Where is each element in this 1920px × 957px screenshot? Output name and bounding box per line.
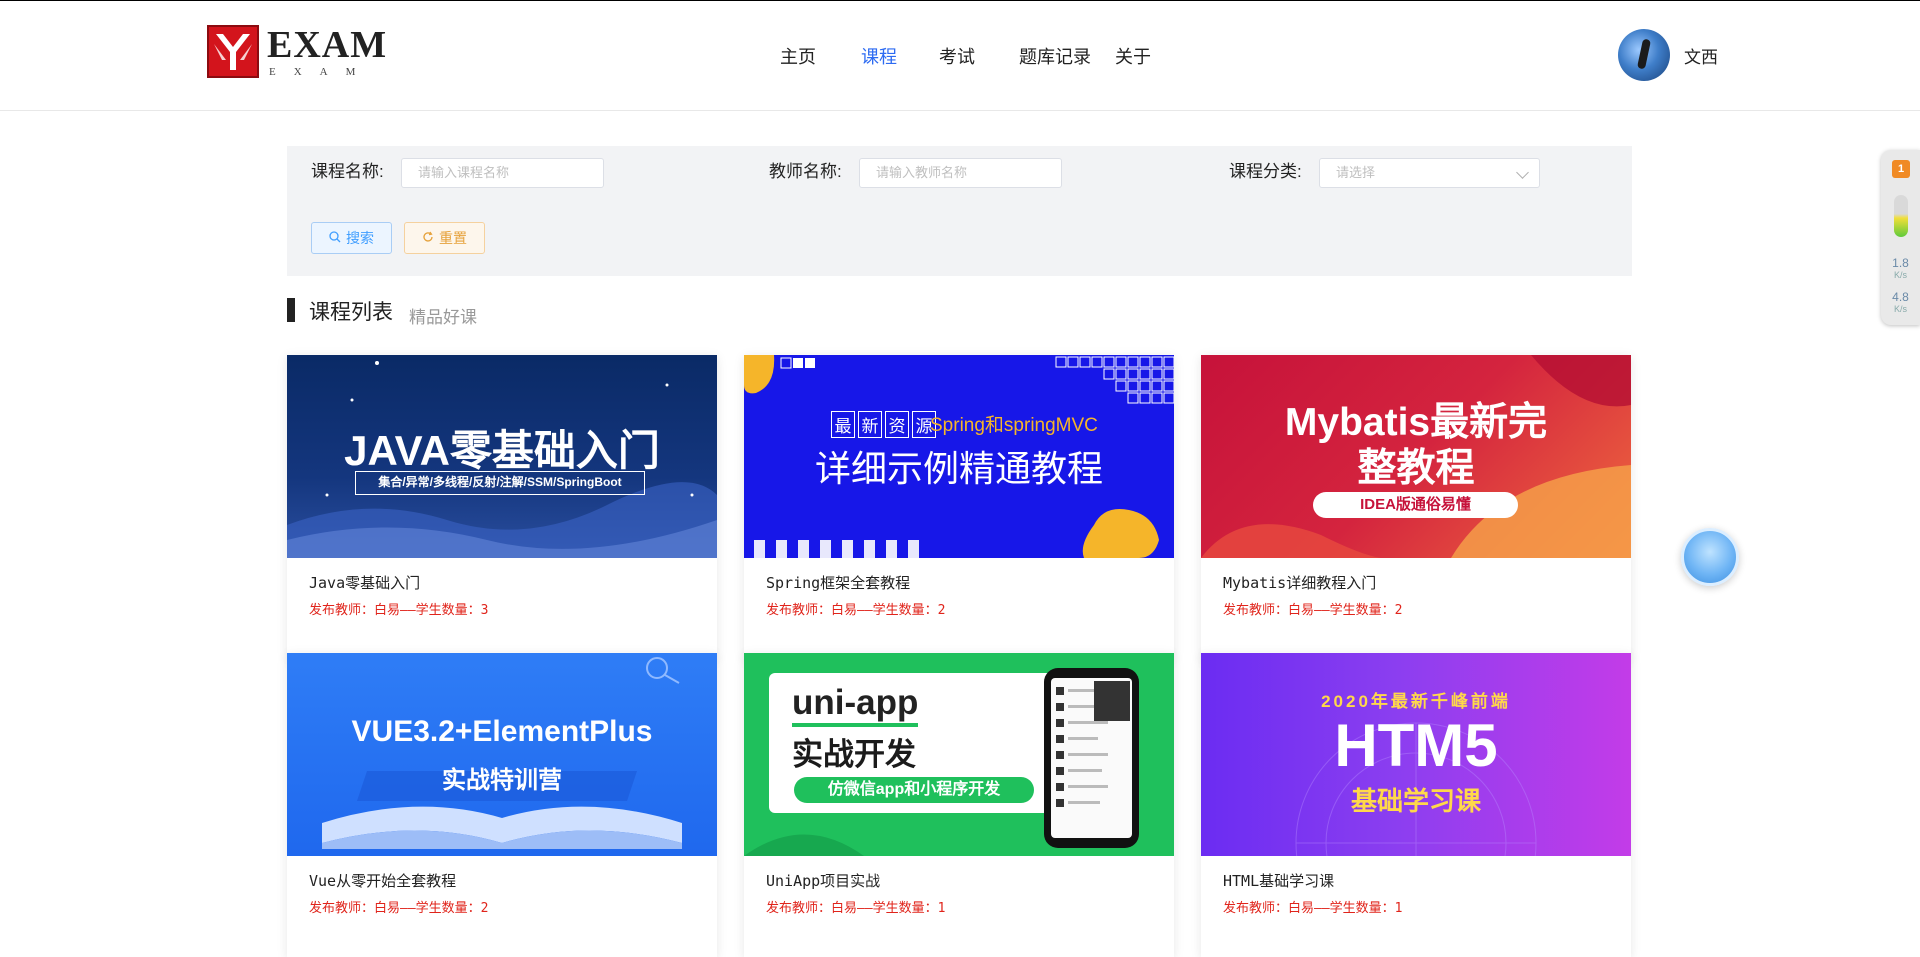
nav-item-home[interactable]: 主页 — [780, 42, 816, 72]
floating-assistant-button[interactable] — [1681, 528, 1739, 586]
course-category-select[interactable]: 请选择 — [1319, 158, 1540, 188]
cover-subtitle: 实战特训营 — [442, 767, 562, 794]
section-title-bar — [287, 298, 295, 322]
top-header: EXAM EXAM 主页 课程 考试 题库记录 关于 文西 — [0, 1, 1920, 111]
nav-item-about[interactable]: 关于 — [1115, 42, 1151, 72]
course-title[interactable]: Java零基础入门 — [309, 572, 695, 594]
course-cover-image[interactable]: Mybatis最新完 整教程 IDEA版通俗易懂 — [1201, 355, 1631, 558]
cover-tag: 最 — [831, 411, 855, 438]
cover-subtitle: 仿微信app和小程序开发 — [794, 777, 1034, 803]
course-title[interactable]: UniApp项目实战 — [766, 870, 1152, 892]
course-cover-image[interactable]: JAVA零基础入门 集合/异常/多线程/反射/注解/SSM/SpringBoot — [287, 355, 717, 558]
cover-subtitle: 基础学习课 — [1350, 786, 1481, 816]
course-cover-image[interactable]: 2020年最新千峰前端 HTM5 基础学习课 — [1201, 653, 1631, 856]
logo-text: EXAM — [267, 24, 388, 66]
user-menu[interactable]: 文西 — [1618, 29, 1718, 81]
teacher-name-label: 教师名称: — [769, 162, 842, 181]
nav-item-courses[interactable]: 课程 — [861, 42, 897, 72]
course-meta: 发布教师：白易——学生数量：1 — [766, 901, 946, 916]
search-icon — [329, 230, 341, 246]
chevron-down-icon — [1516, 166, 1529, 179]
cover-tag-group: 最 新 资 源 — [831, 411, 936, 438]
course-title[interactable]: Spring框架全套教程 — [766, 572, 1152, 594]
cover-top-text: 2020年最新千峰前端 — [1321, 692, 1511, 711]
search-button-label: 搜索 — [346, 230, 374, 246]
course-card-vue[interactable]: VUE3.2+ElementPlus 实战特训营 Vue从零开始全套教程 发布教… — [287, 653, 717, 957]
cover-decoration — [322, 657, 682, 849]
cover-title: VUE3.2+ElementPlus — [351, 715, 653, 748]
download-speed-value: 4.8 — [1892, 290, 1909, 304]
username[interactable]: 文西 — [1684, 43, 1718, 68]
cover-top-text: Spring和springMVC — [930, 415, 1098, 436]
nav-item-question-records[interactable]: 题库记录 — [1019, 42, 1091, 72]
upload-speed-value: 1.8 — [1892, 256, 1909, 270]
cover-title-line1: uni-app — [792, 683, 919, 727]
upload-speed-unit: K/s — [1893, 270, 1907, 280]
cover-tag: 新 — [858, 411, 882, 438]
course-cover-image[interactable]: VUE3.2+ElementPlus 实战特训营 — [287, 653, 717, 856]
cover-title: HTM5 — [1334, 712, 1498, 779]
cover-title: JAVA零基础入门 — [344, 427, 660, 474]
cover-subtitle: 集合/异常/多线程/反射/注解/SSM/SpringBoot — [355, 471, 645, 495]
network-speed-widget[interactable]: 1 1.8 K/s 4.8 K/s — [1881, 150, 1920, 325]
category-select-placeholder: 请选择 — [1336, 165, 1376, 180]
course-meta: 发布教师：白易——学生数量：3 — [309, 603, 489, 618]
search-panel: 课程名称: 请输入课程名称 教师名称: 请输入教师名称 课程分类: 请选择 搜索… — [287, 146, 1632, 276]
course-name-label: 课程名称: — [311, 162, 384, 181]
course-card-html[interactable]: 2020年最新千峰前端 HTM5 基础学习课 HTML基础学习课 发布教师：白易… — [1201, 653, 1631, 957]
nav-item-exams[interactable]: 考试 — [939, 42, 975, 72]
site-logo[interactable]: EXAM EXAM — [207, 25, 386, 81]
upload-speed: 1.8 K/s — [1881, 257, 1920, 281]
course-meta: 发布教师：白易——学生数量：2 — [766, 603, 946, 618]
cover-title-line2: 实战开发 — [792, 737, 916, 772]
download-speed: 4.8 K/s — [1881, 291, 1920, 315]
shield-badge-icon: 1 — [1892, 160, 1910, 178]
cover-tag: 资 — [885, 411, 909, 438]
course-card-uniapp[interactable]: uni-app 实战开发 仿微信app和小程序开发 UniApp项目实战 发布教… — [744, 653, 1174, 957]
cover-subtitle: IDEA版通俗易懂 — [1313, 492, 1518, 518]
memory-gauge-icon — [1894, 195, 1908, 237]
course-cover-image[interactable]: 最 新 资 源 Spring和springMVC 详细示例精通教程 — [744, 355, 1174, 558]
course-category-label: 课程分类: — [1229, 162, 1302, 181]
course-title[interactable]: Vue从零开始全套教程 — [309, 870, 695, 892]
course-card-java[interactable]: JAVA零基础入门 集合/异常/多线程/反射/注解/SSM/SpringBoot… — [287, 355, 717, 659]
section-subtitle: 精品好课 — [409, 308, 477, 327]
cover-title-line2: 整教程 — [1357, 447, 1475, 490]
main-nav: 主页 课程 考试 题库记录 关于 — [780, 42, 1151, 72]
avatar[interactable] — [1618, 29, 1670, 81]
download-speed-unit: K/s — [1893, 304, 1907, 314]
course-card-spring[interactable]: 最 新 资 源 Spring和springMVC 详细示例精通教程 Spring… — [744, 355, 1174, 659]
course-meta: 发布教师：白易——学生数量：2 — [309, 901, 489, 916]
course-meta: 发布教师：白易——学生数量：1 — [1223, 901, 1403, 916]
refresh-icon — [422, 231, 434, 246]
course-name-input[interactable]: 请输入课程名称 — [401, 158, 604, 188]
search-button[interactable]: 搜索 — [311, 222, 392, 254]
section-title: 课程列表 — [309, 301, 393, 324]
course-cover-image[interactable]: uni-app 实战开发 仿微信app和小程序开发 — [744, 653, 1174, 856]
logo-subtext: EXAM — [269, 66, 374, 78]
course-card-mybatis[interactable]: Mybatis最新完 整教程 IDEA版通俗易懂 Mybatis详细教程入门 发… — [1201, 355, 1631, 659]
cover-title: 详细示例精通教程 — [814, 448, 1103, 489]
logo-mark-icon — [207, 25, 259, 78]
reset-button-label: 重置 — [439, 230, 467, 246]
reset-button[interactable]: 重置 — [404, 222, 485, 254]
course-meta: 发布教师：白易——学生数量：2 — [1223, 603, 1403, 618]
teacher-name-input[interactable]: 请输入教师名称 — [859, 158, 1062, 188]
course-title[interactable]: Mybatis详细教程入门 — [1223, 572, 1609, 594]
course-title[interactable]: HTML基础学习课 — [1223, 870, 1609, 892]
